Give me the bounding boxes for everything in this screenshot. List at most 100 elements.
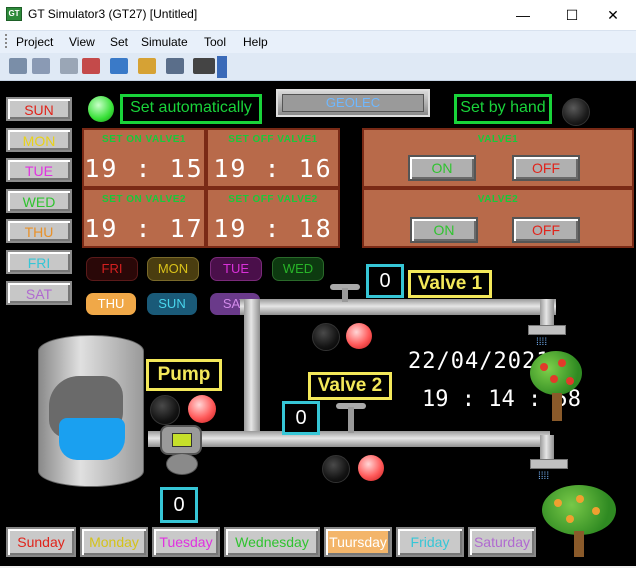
open-icon[interactable] (9, 58, 27, 74)
lower-pipe (148, 431, 550, 447)
panel-time[interactable]: 19 : 17 (84, 214, 204, 243)
bottom-day-friday[interactable]: Friday (396, 527, 464, 557)
day-label: THU (24, 224, 54, 240)
set-on-valve2-panel: SET ON VALVE2 19 : 17 (82, 188, 206, 248)
upper-pipe (240, 299, 556, 315)
panel-title: SET OFF VALVE2 (228, 194, 318, 205)
valve1-panel: VALVE1 ON OFF (362, 128, 634, 188)
toolbar-dropdown-icon[interactable] (217, 56, 227, 78)
valve2-on-button[interactable]: ON (410, 217, 478, 243)
day-label: SUN (24, 102, 54, 118)
day-button-tue[interactable]: TUE (6, 158, 72, 182)
panel-title: SET ON VALVE1 (102, 134, 186, 145)
pump-value: 0 (160, 487, 198, 523)
tree-1-icon (530, 351, 582, 395)
bottom-day-sunday[interactable]: Sunday (6, 527, 76, 557)
day-indicator-fri: FRI (86, 257, 138, 281)
valve2-value: 0 (282, 401, 320, 435)
valve1-label: Valve 1 (408, 270, 492, 298)
keyboard-icon[interactable] (193, 58, 215, 74)
pump-green-lamp (150, 395, 180, 425)
valve2-panel: VALVE2 ON OFF (362, 188, 634, 248)
tree-1-trunk-icon (552, 393, 562, 421)
menu-project[interactable]: Project (16, 35, 53, 49)
tree-2-icon (542, 485, 616, 535)
panel-title: SET ON VALVE2 (102, 194, 186, 205)
minimize-button[interactable]: — (500, 0, 546, 30)
panel-time[interactable]: 19 : 15 (84, 154, 204, 183)
device-icon[interactable] (138, 58, 156, 74)
set-automatically-label[interactable]: Set automatically (120, 94, 262, 124)
print-icon[interactable] (60, 58, 78, 74)
day-button-wed[interactable]: WED (6, 189, 72, 213)
menu-help[interactable]: Help (243, 35, 268, 49)
valve1-value: 0 (366, 264, 404, 298)
set-off-valve1-panel: SET OFF VALVE1 19 : 16 (206, 128, 340, 188)
tank-water-icon (59, 418, 125, 460)
water-drops-1-icon: ⁞⁞⁞⁞ (536, 337, 548, 348)
day-label: SAT (25, 286, 53, 302)
date-display: 22/04/2021 (408, 349, 551, 374)
panel-time[interactable]: 19 : 18 (208, 214, 338, 243)
day-label: TUE (25, 163, 53, 179)
screen-icon[interactable] (166, 58, 184, 74)
menu-set[interactable]: Set (110, 35, 128, 49)
sprinkler-1-icon (528, 325, 566, 335)
window-title: GT Simulator3 (GT27) [Untitled] (28, 7, 198, 21)
lower-pipe-drop (540, 435, 554, 461)
bottom-day-saturday[interactable]: Saturday (468, 527, 536, 557)
geolec-banner: GEOLEC (276, 89, 430, 117)
day-button-mon[interactable]: MON (6, 128, 72, 152)
valve2-off-button[interactable]: OFF (512, 217, 580, 243)
day-button-fri[interactable]: FRI (6, 250, 72, 274)
day-indicator-thu: THU (86, 293, 136, 315)
day-button-sun[interactable]: SUN (6, 97, 72, 121)
water-drops-2-icon: ⁞⁞⁞⁞ (538, 471, 550, 482)
day-indicator-sun: SUN (147, 293, 197, 315)
bottom-day-tuesday[interactable]: Tuesday (152, 527, 220, 557)
bottom-day-monday[interactable]: Monday (80, 527, 148, 557)
monitor-icon[interactable] (82, 58, 100, 74)
valve1-off-button[interactable]: OFF (512, 155, 580, 181)
auto-lamp (88, 96, 114, 122)
menu-simulate[interactable]: Simulate (141, 35, 188, 49)
app-icon: GT (6, 7, 22, 21)
day-indicator-mon: MON (147, 257, 199, 281)
bottom-day-thursday[interactable]: Tuursday (324, 527, 392, 557)
menu-bar (0, 30, 636, 54)
panel-title: VALVE2 (477, 194, 519, 205)
hmi-screen: SUN MON TUE WED THU FRI SAT Set automati… (0, 81, 636, 566)
day-button-thu[interactable]: THU (6, 219, 72, 243)
day-label: WED (22, 194, 56, 210)
pump-red-lamp (188, 395, 216, 423)
panel-time[interactable]: 19 : 16 (208, 154, 338, 183)
set-off-valve2-panel: SET OFF VALVE2 19 : 18 (206, 188, 340, 248)
save-icon[interactable] (32, 58, 50, 74)
bottom-day-wednesday[interactable]: Wednesday (224, 527, 320, 557)
valve1-on-button[interactable]: ON (408, 155, 476, 181)
close-button[interactable]: ✕ (590, 0, 636, 30)
pump-icon (160, 425, 202, 455)
simulate-icon[interactable] (110, 58, 128, 74)
pump-label: Pump (146, 359, 222, 391)
water-tank-icon (38, 335, 144, 487)
valve2-red-lamp (358, 455, 384, 481)
valve2-label: Valve 2 (308, 372, 392, 400)
menu-tool[interactable]: Tool (204, 35, 226, 49)
sprinkler-2-icon (530, 459, 568, 469)
valve1-red-lamp (346, 323, 372, 349)
day-indicator-wed: WED (272, 257, 324, 281)
valve1-stem-icon (342, 288, 348, 302)
valve1-green-lamp (312, 323, 340, 351)
panel-title: VALVE1 (477, 134, 519, 145)
set-by-hand-label[interactable]: Set by hand (454, 94, 552, 124)
pump-indicator-icon (172, 433, 192, 447)
menu-view[interactable]: View (69, 35, 95, 49)
maximize-button[interactable]: ☐ (549, 0, 595, 30)
day-indicator-tue: TUE (210, 257, 262, 281)
geolec-text: GEOLEC (282, 94, 424, 112)
valve2-stem-icon (348, 407, 354, 433)
panel-title: SET OFF VALVE1 (228, 134, 318, 145)
vertical-pipe (244, 299, 260, 439)
day-button-sat[interactable]: SAT (6, 281, 72, 305)
